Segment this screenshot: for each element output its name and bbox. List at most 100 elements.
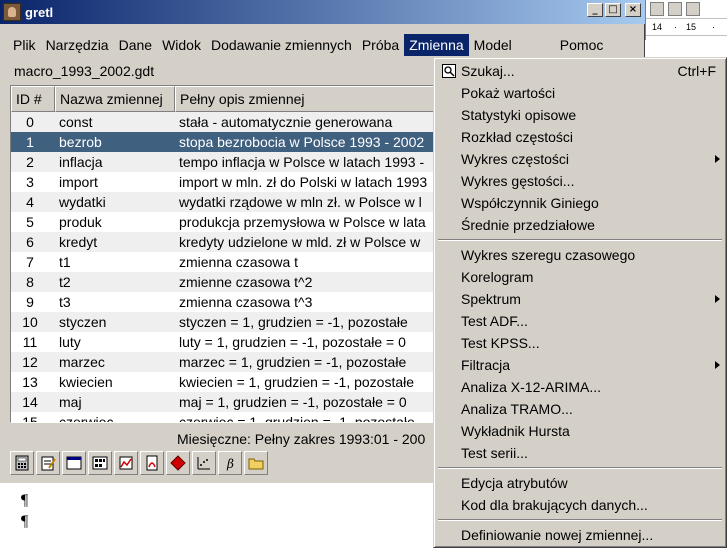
- menu-item-wspo-czynnik-giniego[interactable]: Współczynnik Giniego: [434, 192, 726, 214]
- menu-item-label: Współczynnik Giniego: [461, 195, 599, 211]
- ruler: 14 · 15 ·: [646, 18, 727, 36]
- icon-toolbar: β: [10, 451, 268, 477]
- column-header-id[interactable]: ID #: [11, 86, 55, 112]
- pdf-icon[interactable]: [140, 451, 164, 475]
- menu-item-shortcut: Ctrl+F: [677, 63, 717, 79]
- menu-item-test-kpss[interactable]: Test KPSS...: [434, 332, 726, 354]
- cell-variable-name: czerwiec: [59, 414, 114, 423]
- menu-item-edycja-atrybuto-w[interactable]: Edycja atrybutów: [434, 472, 726, 494]
- cell-variable-name: import: [59, 174, 98, 190]
- cell-id: 0: [26, 114, 34, 130]
- ruler-mark: 15: [686, 22, 697, 32]
- doc-toolbar-button[interactable]: [686, 2, 700, 16]
- graph-icon[interactable]: [192, 451, 216, 475]
- doc-toolbar-button[interactable]: [650, 2, 664, 16]
- cell-variable-name: kredyt: [59, 234, 98, 250]
- zmienna-dropdown-menu: Szukaj... Ctrl+F Pokaż wartości Statystyki …: [433, 57, 727, 548]
- menu-item-label: Wykres częstości: [461, 151, 570, 167]
- cell-variable-name: marzec: [59, 354, 105, 370]
- menu-item-test-serii[interactable]: Test serii...: [434, 442, 726, 464]
- menu-item-label: Wykres szeregu czasowego: [461, 247, 636, 263]
- title-bar[interactable]: gretl _ □ ×: [0, 0, 645, 24]
- menu-item-label: Wykres gęstości...: [461, 173, 575, 189]
- menu-item-rozk-ad-cze-stos-ci[interactable]: Rozkład częstości: [434, 126, 726, 148]
- ruler-mark: ·: [712, 22, 715, 32]
- cell-variable-name: maj: [59, 394, 82, 410]
- menu-proba[interactable]: Próba: [357, 34, 404, 56]
- menu-item-analiza-x-12-arima[interactable]: Analiza X-12-ARIMA...: [434, 376, 726, 398]
- beta-icon[interactable]: β: [218, 451, 242, 475]
- notepad-icon[interactable]: [36, 451, 60, 475]
- column-header-name[interactable]: Nazwa zmiennej: [55, 86, 175, 112]
- menu-item-test-adf[interactable]: Test ADF...: [434, 310, 726, 332]
- menu-item-korelogram[interactable]: Korelogram: [434, 266, 726, 288]
- document-area[interactable]: ¶ ¶: [0, 483, 433, 548]
- cell-id: 10: [22, 314, 38, 330]
- menu-item-statystyki-opisowe[interactable]: Statystyki opisowe: [434, 104, 726, 126]
- menu-item-label: Średnie przedziałowe: [461, 217, 595, 233]
- menu-item-szukaj[interactable]: Szukaj... Ctrl+F: [434, 60, 726, 82]
- menu-item-label: Szukaj...: [461, 63, 515, 79]
- plot-icon[interactable]: [114, 451, 138, 475]
- menu-item-wykres-cze-stos-ci[interactable]: Wykres częstości: [434, 148, 726, 170]
- menu-separator: [438, 519, 722, 521]
- search-icon: [442, 64, 456, 78]
- cell-variable-name: wydatki: [59, 194, 106, 210]
- menu-item-wyk-adnik-hursta[interactable]: Wykładnik Hursta: [434, 420, 726, 442]
- doc-toolbar-button[interactable]: [668, 2, 682, 16]
- menu-item-wykres-ge-stos-ci[interactable]: Wykres gęstości...: [434, 170, 726, 192]
- menu-pomoc[interactable]: Pomoc: [555, 34, 609, 56]
- close-button[interactable]: ×: [625, 3, 641, 17]
- calculator-icon[interactable]: [10, 451, 34, 475]
- menu-zmienna[interactable]: Zmienna: [404, 34, 469, 56]
- help-icon[interactable]: [166, 451, 190, 475]
- session-icon[interactable]: [88, 451, 112, 475]
- menu-item-label: Analiza X-12-ARIMA...: [461, 379, 602, 395]
- menu-item-wykres-szeregu-czasowego[interactable]: Wykres szeregu czasowego: [434, 244, 726, 266]
- menu-item-label: Test serii...: [461, 445, 528, 461]
- menu-item-label: Kod dla brakujących danych...: [461, 497, 648, 513]
- cell-variable-name: luty: [59, 334, 81, 350]
- cell-variable-name: t2: [59, 274, 71, 290]
- menu-narzedzia[interactable]: Narzędzia: [41, 34, 114, 56]
- sample-range-status: Miesięczne: Pełny zakres 1993:01 - 200: [177, 431, 426, 447]
- menu-separator: [438, 239, 722, 241]
- menu-item-label: Edycja atrybutów: [461, 475, 568, 491]
- menu-dane[interactable]: Dane: [114, 34, 157, 56]
- cell-id: 5: [26, 214, 34, 230]
- menu-dodawanie-zmiennych[interactable]: Dodawanie zmiennych: [206, 34, 357, 56]
- menu-item-label: Korelogram: [461, 269, 534, 285]
- menu-item-filtracja[interactable]: Filtracja: [434, 354, 726, 376]
- cell-variable-name: inflacja: [59, 154, 103, 170]
- window-title: gretl: [25, 4, 54, 20]
- menu-item-label: Test ADF...: [461, 313, 528, 329]
- ruler-mark: ·: [674, 22, 677, 32]
- menu-item-analiza-tramo[interactable]: Analiza TRAMO...: [434, 398, 726, 420]
- cell-variable-name: bezrob: [59, 134, 102, 150]
- menu-item-spektrum[interactable]: Spektrum: [434, 288, 726, 310]
- cell-id: 4: [26, 194, 34, 210]
- dataset-filename: macro_1993_2002.gdt: [14, 63, 155, 79]
- console-icon[interactable]: [62, 451, 86, 475]
- menu-plik[interactable]: Plik: [8, 34, 41, 56]
- cell-id: 9: [26, 294, 34, 310]
- folder-icon[interactable]: [244, 451, 268, 475]
- menu-widok[interactable]: Widok: [157, 34, 206, 56]
- menu-item-pokaz-wartos-ci[interactable]: Pokaż wartości: [434, 82, 726, 104]
- maximize-button[interactable]: □: [605, 3, 621, 17]
- paragraph-mark: ¶: [21, 513, 29, 530]
- menu-model[interactable]: Model: [469, 34, 517, 56]
- menu-item-s-rednie-przedzia-owe[interactable]: Średnie przedziałowe: [434, 214, 726, 236]
- menu-item-label: Test KPSS...: [461, 335, 540, 351]
- minimize-button[interactable]: _: [587, 3, 603, 17]
- cell-id: 14: [22, 394, 38, 410]
- cell-variable-name: t1: [59, 254, 71, 270]
- menu-item-label: Pokaż wartości: [461, 85, 556, 101]
- cell-variable-name: styczen: [59, 314, 107, 330]
- cell-id: 7: [26, 254, 34, 270]
- cell-id: 1: [26, 134, 34, 150]
- gretl-app-icon[interactable]: [3, 3, 21, 21]
- submenu-arrow-icon: [715, 295, 720, 303]
- menu-item-definiowanie-nowej-zmiennej[interactable]: Definiowanie nowej zmiennej...: [434, 524, 726, 546]
- menu-item-kod-dla-brakuja-cych-danych[interactable]: Kod dla brakujących danych...: [434, 494, 726, 516]
